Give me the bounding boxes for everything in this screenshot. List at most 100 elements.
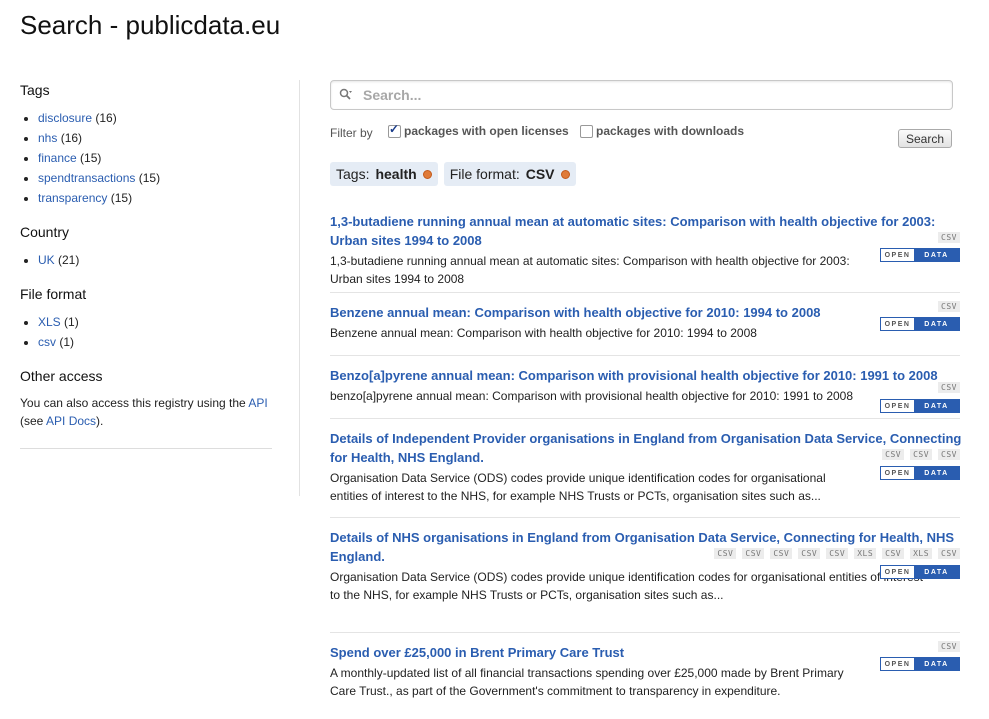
- result-item: 1,3-butadiene running annual mean at aut…: [330, 204, 960, 293]
- result-title[interactable]: Spend over £25,000 in Brent Primary Care…: [330, 643, 960, 662]
- other-access-text: You can also access this registry using …: [20, 394, 272, 449]
- format-badge[interactable]: XLS: [910, 548, 933, 559]
- open-data-badge: OPEN DATA: [880, 466, 960, 480]
- open-data-badge: OPEN DATA: [880, 399, 960, 413]
- format-badges: CSV CSV CSV: [882, 449, 960, 460]
- format-link-xls[interactable]: XLS: [38, 315, 61, 329]
- format-badges: CSV CSV CSV CSV CSV XLS CSV XLS CSV: [714, 548, 960, 559]
- result-title[interactable]: 1,3-butadiene running annual mean at aut…: [330, 212, 950, 250]
- format-badge[interactable]: CSV: [882, 449, 905, 460]
- filter-pill-value: health: [375, 166, 417, 182]
- downloads-checkbox[interactable]: packages with downloads: [580, 124, 744, 138]
- open-data-data: DATA: [914, 249, 959, 261]
- open-data-open: OPEN: [881, 400, 914, 412]
- tag-item: finance (15): [38, 148, 272, 168]
- open-licenses-label: packages with open licenses: [404, 124, 569, 138]
- format-badge[interactable]: CSV: [938, 301, 960, 312]
- facet-file-format: File format XLS (1) csv (1): [20, 286, 272, 352]
- open-data-badge: OPEN DATA: [880, 248, 960, 262]
- tag-link-finance[interactable]: finance: [38, 151, 77, 165]
- tag-link-nhs[interactable]: nhs: [38, 131, 57, 145]
- format-badge[interactable]: CSV: [882, 548, 905, 559]
- facet-country: Country UK (21): [20, 224, 272, 270]
- format-badge[interactable]: CSV: [742, 548, 765, 559]
- open-data-open: OPEN: [881, 249, 914, 261]
- result-description: Organisation Data Service (ODS) codes pr…: [330, 570, 923, 602]
- result-title[interactable]: Details of NHS organisations in England …: [330, 528, 960, 566]
- format-badge[interactable]: XLS: [854, 548, 877, 559]
- open-data-data: DATA: [914, 400, 959, 412]
- open-data-data: DATA: [914, 318, 959, 330]
- search-input[interactable]: [361, 86, 925, 104]
- api-link[interactable]: API: [248, 396, 267, 410]
- format-badge[interactable]: CSV: [938, 641, 960, 652]
- format-badge[interactable]: CSV: [770, 548, 793, 559]
- format-badge[interactable]: CSV: [938, 382, 960, 393]
- format-item: XLS (1): [38, 312, 272, 332]
- format-link-csv[interactable]: csv: [38, 335, 56, 349]
- checkbox-unchecked-icon[interactable]: [580, 124, 593, 138]
- open-licenses-checkbox[interactable]: packages with open licenses: [388, 122, 569, 138]
- result-item: Details of NHS organisations in England …: [330, 520, 960, 633]
- open-data-badge: OPEN DATA: [880, 657, 960, 671]
- api-docs-link[interactable]: API Docs: [46, 414, 96, 428]
- tag-link-spendtransactions[interactable]: spendtransactions: [38, 171, 135, 185]
- tag-count: (16): [60, 131, 83, 145]
- other-access: Other access You can also access this re…: [20, 368, 272, 449]
- search-box[interactable]: [330, 80, 953, 110]
- search-button[interactable]: Search: [898, 129, 953, 148]
- format-count: (1): [64, 315, 79, 329]
- open-data-badge: OPEN DATA: [880, 317, 960, 331]
- tag-item: disclosure (16): [38, 108, 272, 128]
- result-description: benzo[a]pyrene annual mean: Comparison w…: [330, 389, 854, 403]
- result-title[interactable]: Benzene annual mean: Comparison with hea…: [330, 303, 960, 322]
- format-list: XLS (1) csv (1): [20, 312, 272, 352]
- result-title[interactable]: Benzo[a]pyrene annual mean: Comparison w…: [330, 366, 960, 385]
- format-badges: CSV: [938, 641, 960, 652]
- tag-count: (15): [138, 171, 161, 185]
- country-link-uk[interactable]: UK: [38, 253, 55, 267]
- format-badge[interactable]: CSV: [938, 449, 960, 460]
- format-count: (1): [59, 335, 75, 349]
- open-data-data: DATA: [914, 658, 959, 670]
- tag-count: (15): [110, 191, 133, 205]
- open-data-badge: OPEN DATA: [880, 565, 960, 579]
- other-access-text-part: You can also access this registry using …: [20, 396, 249, 410]
- remove-filter-icon[interactable]: [560, 169, 570, 179]
- tag-link-disclosure[interactable]: disclosure: [38, 111, 92, 125]
- facet-heading-file-format: File format: [20, 286, 87, 302]
- checkbox-checked-icon[interactable]: [388, 122, 401, 138]
- format-badge[interactable]: CSV: [910, 449, 933, 460]
- format-item: csv (1): [38, 332, 272, 352]
- open-data-open: OPEN: [881, 658, 914, 670]
- open-data-open: OPEN: [881, 467, 914, 479]
- result-description: Organisation Data Service (ODS) codes pr…: [330, 471, 826, 503]
- filter-pill-label: File format:: [449, 166, 520, 182]
- active-filters: Tags: health File format: CSV: [330, 162, 960, 186]
- format-badge[interactable]: CSV: [938, 548, 960, 559]
- format-badge[interactable]: CSV: [798, 548, 821, 559]
- tag-item: nhs (16): [38, 128, 272, 148]
- main-content: Filter by packages with open licenses pa…: [330, 80, 961, 709]
- results-list: 1,3-butadiene running annual mean at aut…: [330, 204, 961, 709]
- result-title[interactable]: Details of Independent Provider organisa…: [330, 429, 965, 467]
- result-item: Spend over £25,000 in Brent Primary Care…: [330, 635, 960, 709]
- format-badge[interactable]: CSV: [826, 548, 849, 559]
- tag-list: disclosure (16) nhs (16) finance (15) sp…: [20, 108, 272, 208]
- other-access-text-part: (see: [20, 414, 47, 428]
- open-data-data: DATA: [914, 566, 959, 578]
- format-badge[interactable]: CSV: [938, 232, 960, 243]
- remove-filter-icon[interactable]: [422, 169, 432, 179]
- page-title: Search - publicdata.eu: [20, 10, 281, 40]
- facet-heading-tags: Tags: [20, 82, 50, 98]
- open-data-open: OPEN: [881, 566, 914, 578]
- result-description: A monthly-updated list of all financial …: [330, 666, 844, 698]
- open-data-data: DATA: [914, 467, 959, 479]
- country-count: (21): [58, 253, 80, 267]
- tag-link-transparency[interactable]: transparency: [38, 191, 107, 205]
- format-badges: CSV: [938, 232, 960, 243]
- format-badge[interactable]: CSV: [714, 548, 737, 559]
- tag-count: (16): [95, 111, 117, 125]
- open-data-open: OPEN: [881, 318, 914, 330]
- result-item: Benzo[a]pyrene annual mean: Comparison w…: [330, 358, 960, 419]
